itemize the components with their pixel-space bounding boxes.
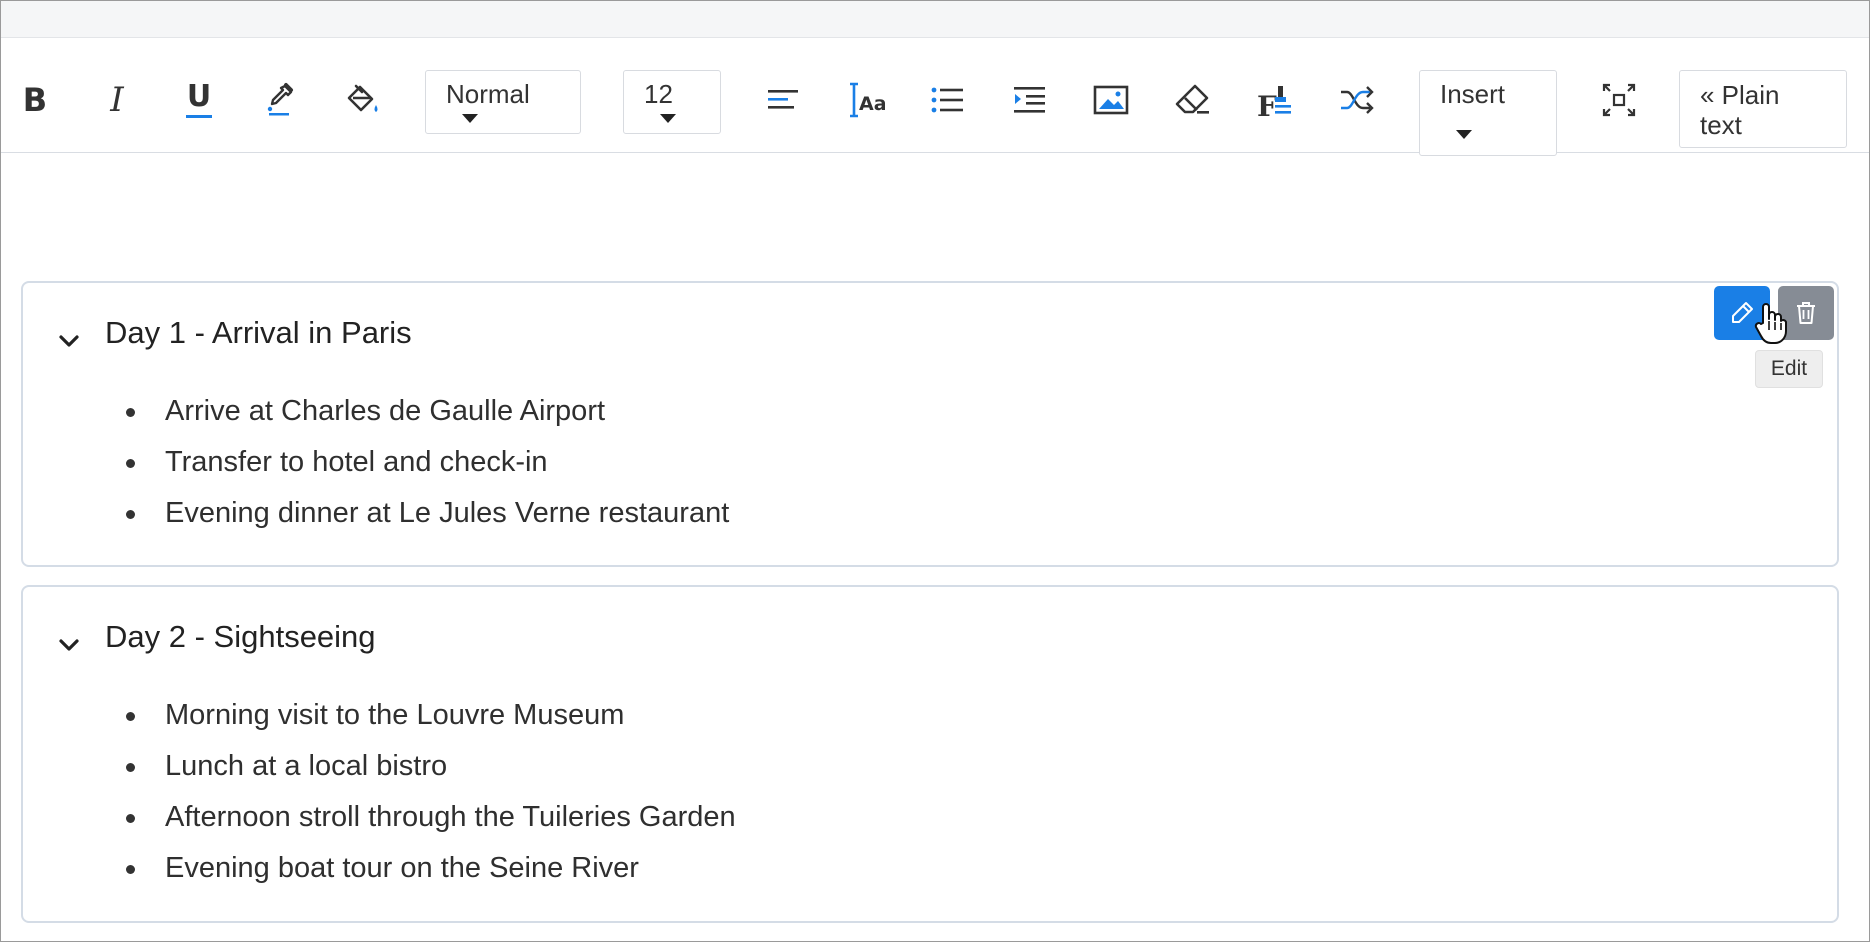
fullscreen-icon [1602,83,1636,117]
format-painter-button[interactable]: F [1249,74,1301,126]
italic-icon: I [110,80,124,120]
list-item: Lunch at a local bistro [103,741,736,792]
list-item: Transfer to hotel and check-in [103,437,729,488]
card-title: Day 2 - Sightseeing [105,619,376,654]
eraser-icon [1175,84,1209,114]
edit-tooltip: Edit [1755,350,1823,388]
bulleted-list-button[interactable] [921,74,973,126]
insert-image-button[interactable] [1085,74,1137,126]
plain-text-button[interactable]: « Plain text [1679,70,1847,148]
editor-toolbar: B I U Normal 12 Aa F Insert « Plain text [1,38,1869,156]
text-case-icon: Aa [850,82,885,118]
shuffle-icon [1341,86,1374,114]
plain-text-label: « Plain text [1700,80,1780,140]
top-strip [1,1,1869,38]
underline-button[interactable]: U [173,74,225,126]
paragraph-style-value: Normal [446,79,530,109]
list-item: Afternoon stroll through the Tuileries G… [103,792,736,843]
svg-text:Aa: Aa [859,93,885,115]
card-item-list: Arrive at Charles de Gaulle Airport Tran… [103,386,729,539]
italic-button[interactable]: I [91,74,143,126]
card-title: Day 1 - Arrival in Paris [105,315,412,350]
list-item: Evening dinner at Le Jules Verne restaur… [103,488,729,539]
list-item: Evening boat tour on the Seine River [103,843,736,894]
text-color-button[interactable] [255,74,307,126]
font-size-value: 12 [644,79,673,109]
clear-format-button[interactable] [1167,74,1219,126]
paragraph-style-select[interactable]: Normal [425,70,581,134]
align-button[interactable] [757,74,809,126]
itinerary-card: Day 2 - Sightseeing Morning visit to the… [21,585,1839,923]
trash-icon [1797,302,1815,324]
text-color-icon [267,83,293,116]
indent-icon [1014,87,1045,113]
hand-cursor-icon [1754,303,1787,344]
fullscreen-button[interactable] [1593,74,1645,126]
indent-button[interactable] [1003,74,1055,126]
align-left-icon [768,90,798,109]
format-painter-icon: F [1257,86,1291,120]
background-color-button[interactable] [337,74,389,126]
underline-icon: U [186,79,212,114]
insert-select[interactable]: Insert [1419,70,1557,156]
list-item: Morning visit to the Louvre Museum [103,690,736,741]
insert-select-value: Insert [1440,79,1506,109]
bold-icon: B [22,81,48,119]
background-color-icon [347,84,378,112]
itinerary-card: Day 1 - Arrival in Paris Arrive at Charl… [21,281,1839,567]
font-size-select[interactable]: 12 [623,70,721,134]
chevron-down-icon [1456,130,1472,139]
chevron-down-icon[interactable] [53,325,85,357]
bold-button[interactable]: B [9,74,61,126]
image-icon [1093,85,1129,115]
chevron-down-icon[interactable] [53,629,85,661]
pencil-icon [1732,302,1753,323]
chevron-down-icon [462,114,478,123]
text-case-button[interactable]: Aa [839,74,891,126]
shuffle-button[interactable] [1331,74,1383,126]
underline-bar [186,115,212,118]
list-item: Arrive at Charles de Gaulle Airport [103,386,729,437]
card-item-list: Morning visit to the Louvre Museum Lunch… [103,690,736,894]
bulleted-list-icon [931,87,963,113]
chevron-down-icon [660,114,676,123]
editor-window: B I U Normal 12 Aa F Insert « Plain text… [0,0,1870,942]
svg-text:F: F [1257,90,1277,120]
